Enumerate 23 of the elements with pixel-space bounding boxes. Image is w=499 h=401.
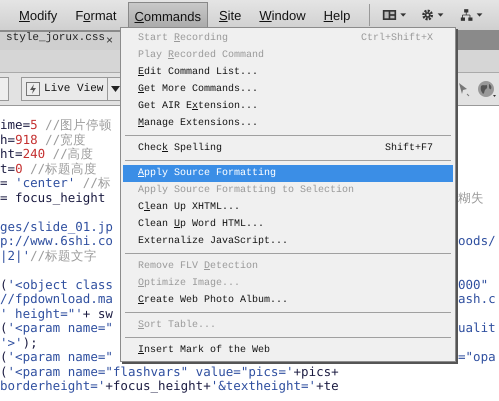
code-line: ash.c <box>458 292 496 306</box>
code-line: ('<param name="flashvars" value="pics='+pics+ <box>0 364 339 379</box>
code-line: = 'center' //标 <box>0 176 111 190</box>
code-line: ' height="'+ sw <box>0 306 113 321</box>
code-line: ime=5 //图片停顿 <box>0 118 112 132</box>
code-line: p://www.6shi.co <box>0 234 113 248</box>
code-line: ('<param name=" <box>0 350 113 364</box>
code-line: 000" <box>458 278 488 292</box>
code-line: oods/ <box>458 234 496 248</box>
code-line: ="opa <box>458 350 496 364</box>
code-line: h=918 //宽度 <box>0 132 86 147</box>
code-line: ht=240 //高度 <box>0 147 94 162</box>
code-line: ges/slide_01.jp <box>0 220 113 234</box>
code-line: '>'); <box>0 336 38 350</box>
code-line: t=0 //标题高度 <box>0 162 98 176</box>
code-line: = focus_height <box>0 190 106 205</box>
code-line: |2|'//标题文字 <box>0 248 98 263</box>
code-line: borderheight='+focus_height+'&textheight='+te <box>0 379 339 394</box>
code-line: 糊失 <box>458 190 484 205</box>
code-line: ('<object class <box>0 278 113 292</box>
code-line: ualit <box>458 321 496 336</box>
code-line: ('<param name=" <box>0 321 113 336</box>
code-line: //fpdownload.ma <box>0 292 113 306</box>
